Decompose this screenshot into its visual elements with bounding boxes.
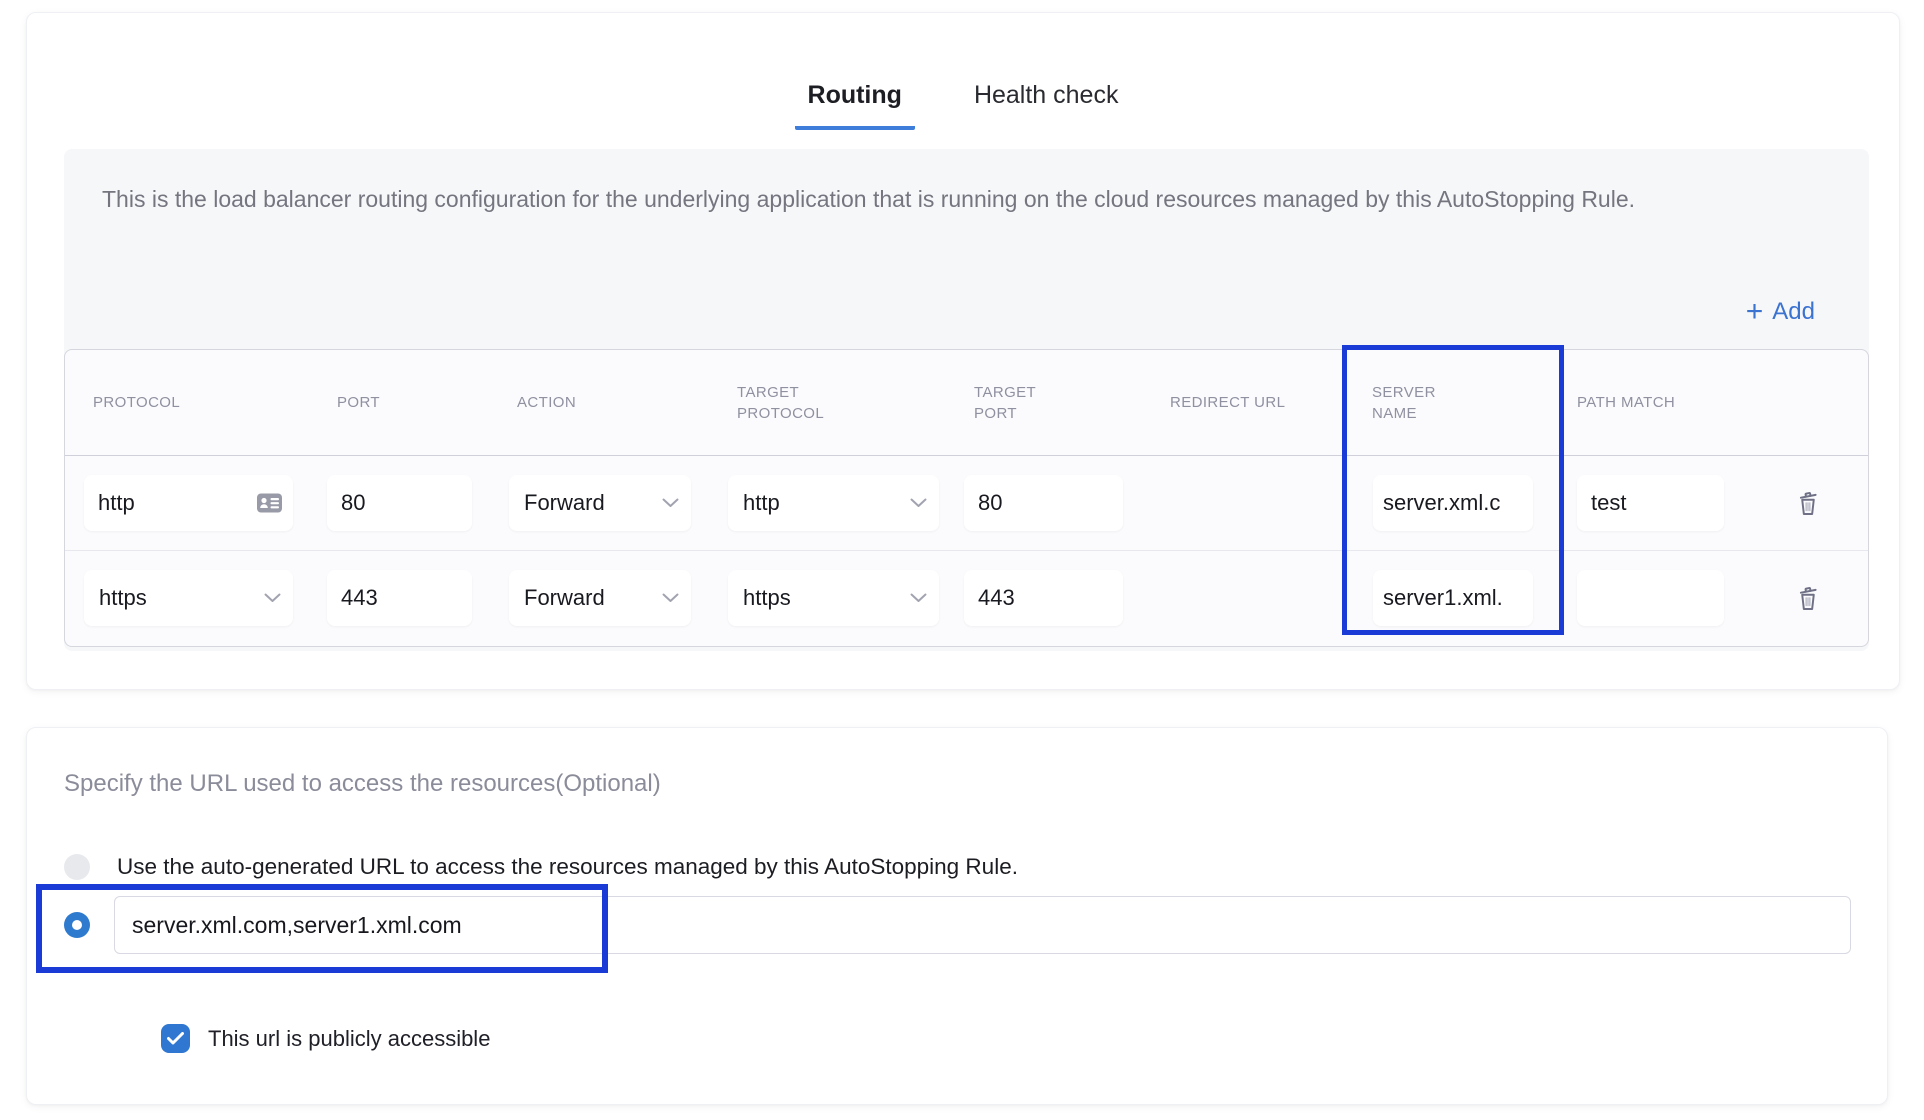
- id-card-icon: [256, 493, 283, 514]
- routing-table: PROTOCOL PORT ACTION TARGET PROTOCOL TAR…: [64, 349, 1869, 647]
- check-icon: [167, 1032, 184, 1045]
- chevron-down-icon: [662, 498, 679, 508]
- custom-url-radio[interactable]: [64, 912, 90, 938]
- target-port-input[interactable]: [964, 475, 1123, 531]
- column-header-actions: [1747, 350, 1868, 455]
- chevron-down-icon: [264, 593, 281, 603]
- trash-icon: [1794, 583, 1822, 613]
- target-protocol-select[interactable]: https: [728, 570, 939, 626]
- custom-url-input[interactable]: [114, 896, 1851, 954]
- target-port-input[interactable]: [964, 570, 1123, 626]
- tab-routing[interactable]: Routing: [795, 79, 915, 130]
- target-protocol-select[interactable]: http: [728, 475, 939, 531]
- tab-health-check[interactable]: Health check: [961, 79, 1132, 130]
- protocol-select[interactable]: https: [84, 570, 293, 626]
- add-route-button[interactable]: + Add: [1746, 297, 1815, 327]
- path-match-input[interactable]: [1577, 475, 1724, 531]
- action-select[interactable]: Forward: [509, 475, 691, 531]
- access-url-card: Specify the URL used to access the resou…: [26, 727, 1888, 1105]
- public-url-option: This url is publicly accessible: [161, 1024, 490, 1053]
- column-header-protocol: PROTOCOL: [65, 350, 317, 455]
- port-input[interactable]: [327, 475, 472, 531]
- table-row: Forward http: [65, 456, 1868, 550]
- routing-config-card: Routing Health check This is the load ba…: [26, 12, 1900, 690]
- autostopping-setup-page: Routing Health check This is the load ba…: [0, 0, 1924, 1120]
- column-header-redirect-url: REDIRECT URL: [1150, 350, 1342, 455]
- server-name-input[interactable]: [1373, 475, 1533, 531]
- column-header-port: PORT: [317, 350, 497, 455]
- auto-url-label: Use the auto-generated URL to access the…: [117, 854, 1018, 880]
- public-url-checkbox[interactable]: [161, 1024, 190, 1053]
- auto-url-option: Use the auto-generated URL to access the…: [64, 854, 1018, 880]
- delete-row-button[interactable]: [1790, 484, 1826, 522]
- chevron-down-icon: [910, 498, 927, 508]
- column-header-path-match: PATH MATCH: [1564, 350, 1747, 455]
- server-name-input[interactable]: [1373, 570, 1533, 626]
- protocol-field: [84, 475, 293, 531]
- routing-table-header: PROTOCOL PORT ACTION TARGET PROTOCOL TAR…: [65, 350, 1868, 456]
- plus-icon: +: [1746, 297, 1764, 327]
- public-url-label: This url is publicly accessible: [208, 1026, 490, 1052]
- column-header-action: ACTION: [497, 350, 717, 455]
- redirect-url-cell: [1150, 456, 1342, 550]
- add-route-label: Add: [1772, 297, 1815, 327]
- port-input[interactable]: [327, 570, 472, 626]
- config-tabs: Routing Health check: [27, 79, 1899, 130]
- column-header-target-protocol: TARGET PROTOCOL: [717, 350, 954, 455]
- chevron-down-icon: [910, 593, 927, 603]
- auto-url-radio[interactable]: [64, 854, 90, 880]
- delete-row-button[interactable]: [1790, 579, 1826, 617]
- redirect-url-cell: [1150, 551, 1342, 644]
- table-row: https Forward https: [65, 550, 1868, 644]
- column-header-target-port: TARGET PORT: [954, 350, 1150, 455]
- chevron-down-icon: [662, 593, 679, 603]
- url-section-title: Specify the URL used to access the resou…: [64, 770, 661, 798]
- routing-description: This is the load balancer routing config…: [102, 181, 1722, 217]
- path-match-input[interactable]: [1577, 570, 1724, 626]
- trash-icon: [1794, 488, 1822, 518]
- action-select[interactable]: Forward: [509, 570, 691, 626]
- routing-panel: This is the load balancer routing config…: [64, 149, 1869, 651]
- column-header-server-name: SERVER NAME: [1342, 350, 1564, 455]
